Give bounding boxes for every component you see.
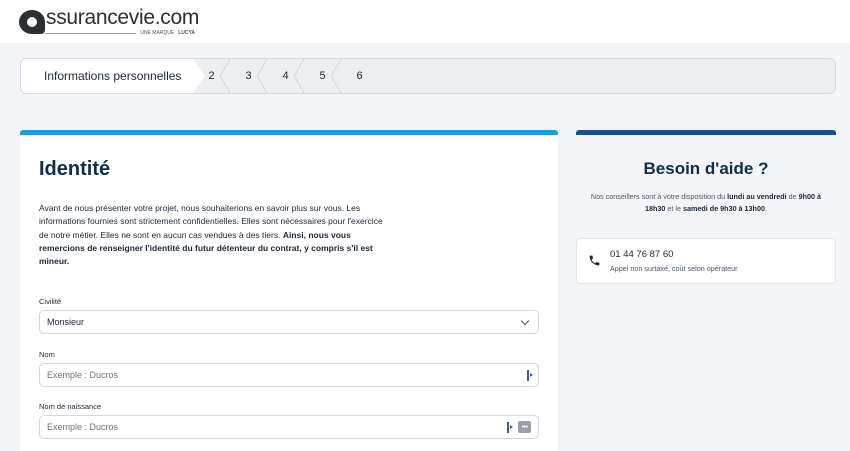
brand-tagline-brand: LUCYA [178, 30, 195, 36]
help-panel: Besoin d'aide ? Nos conseillers sont à v… [576, 130, 836, 360]
brand-logo-icon [19, 10, 45, 34]
last-name-placeholder: Exemple : Ducros [47, 370, 119, 380]
civility-label: Civilité [39, 297, 62, 306]
help-days: lundi au vendredi [727, 192, 787, 201]
brand-tagline: UNE MARQUE LUCYA [45, 30, 195, 36]
step-6[interactable]: 6 [341, 59, 378, 93]
phone-contact[interactable]: 01 44 76 87 60 Appel non surtaxé, coût s… [576, 238, 836, 284]
step-active[interactable]: Informations personnelles [21, 59, 205, 93]
chevron-down-icon [520, 316, 530, 326]
autofill-icon[interactable] [507, 422, 513, 433]
help-title: Besoin d'aide ? [643, 159, 769, 178]
step-3[interactable]: 3 [230, 59, 267, 93]
header: ssurancevie.com UNE MARQUE LUCYA [0, 0, 850, 43]
identity-title: Identité [39, 158, 111, 180]
phone-icon [589, 255, 600, 266]
help-text-part: et le [665, 204, 684, 213]
phone-note: Appel non surtaxé, coût selon opérateur [610, 264, 738, 273]
help-text-part: de [786, 192, 799, 201]
step-5[interactable]: 5 [304, 59, 341, 93]
help-hours-saturday: samedi de 9h30 à 13h00 [683, 204, 765, 213]
step-4[interactable]: 4 [267, 59, 304, 93]
birth-name-input[interactable]: Exemple : Ducros ••• [39, 415, 539, 439]
last-name-input[interactable]: Exemple : Ducros [39, 363, 539, 387]
identity-card: Identité Avant de nous présenter votre p… [20, 130, 558, 451]
brand-tagline-prefix: UNE MARQUE [140, 30, 175, 36]
password-manager-icon[interactable]: ••• [518, 421, 531, 433]
birth-name-placeholder: Exemple : Ducros [47, 422, 119, 432]
help-text-part: . [764, 204, 767, 213]
help-text-part: Nos conseillers sont à votre disposition… [590, 192, 728, 201]
last-name-label: Nom [39, 350, 55, 359]
civility-select[interactable]: Monsieur [39, 310, 539, 334]
brand-name: ssurancevie.com [46, 6, 200, 29]
phone-number[interactable]: 01 44 76 87 60 [610, 249, 673, 260]
civility-value: Monsieur [47, 317, 85, 327]
autofill-icon[interactable] [527, 370, 533, 381]
progress-stepper: Informations personnelles 2 3 4 5 6 [20, 58, 836, 94]
birth-name-label: Nom de naissance [39, 402, 102, 411]
help-text: Nos conseillers sont à votre disposition… [580, 191, 832, 215]
identity-intro: Avant de nous présenter votre projet, no… [39, 202, 384, 268]
